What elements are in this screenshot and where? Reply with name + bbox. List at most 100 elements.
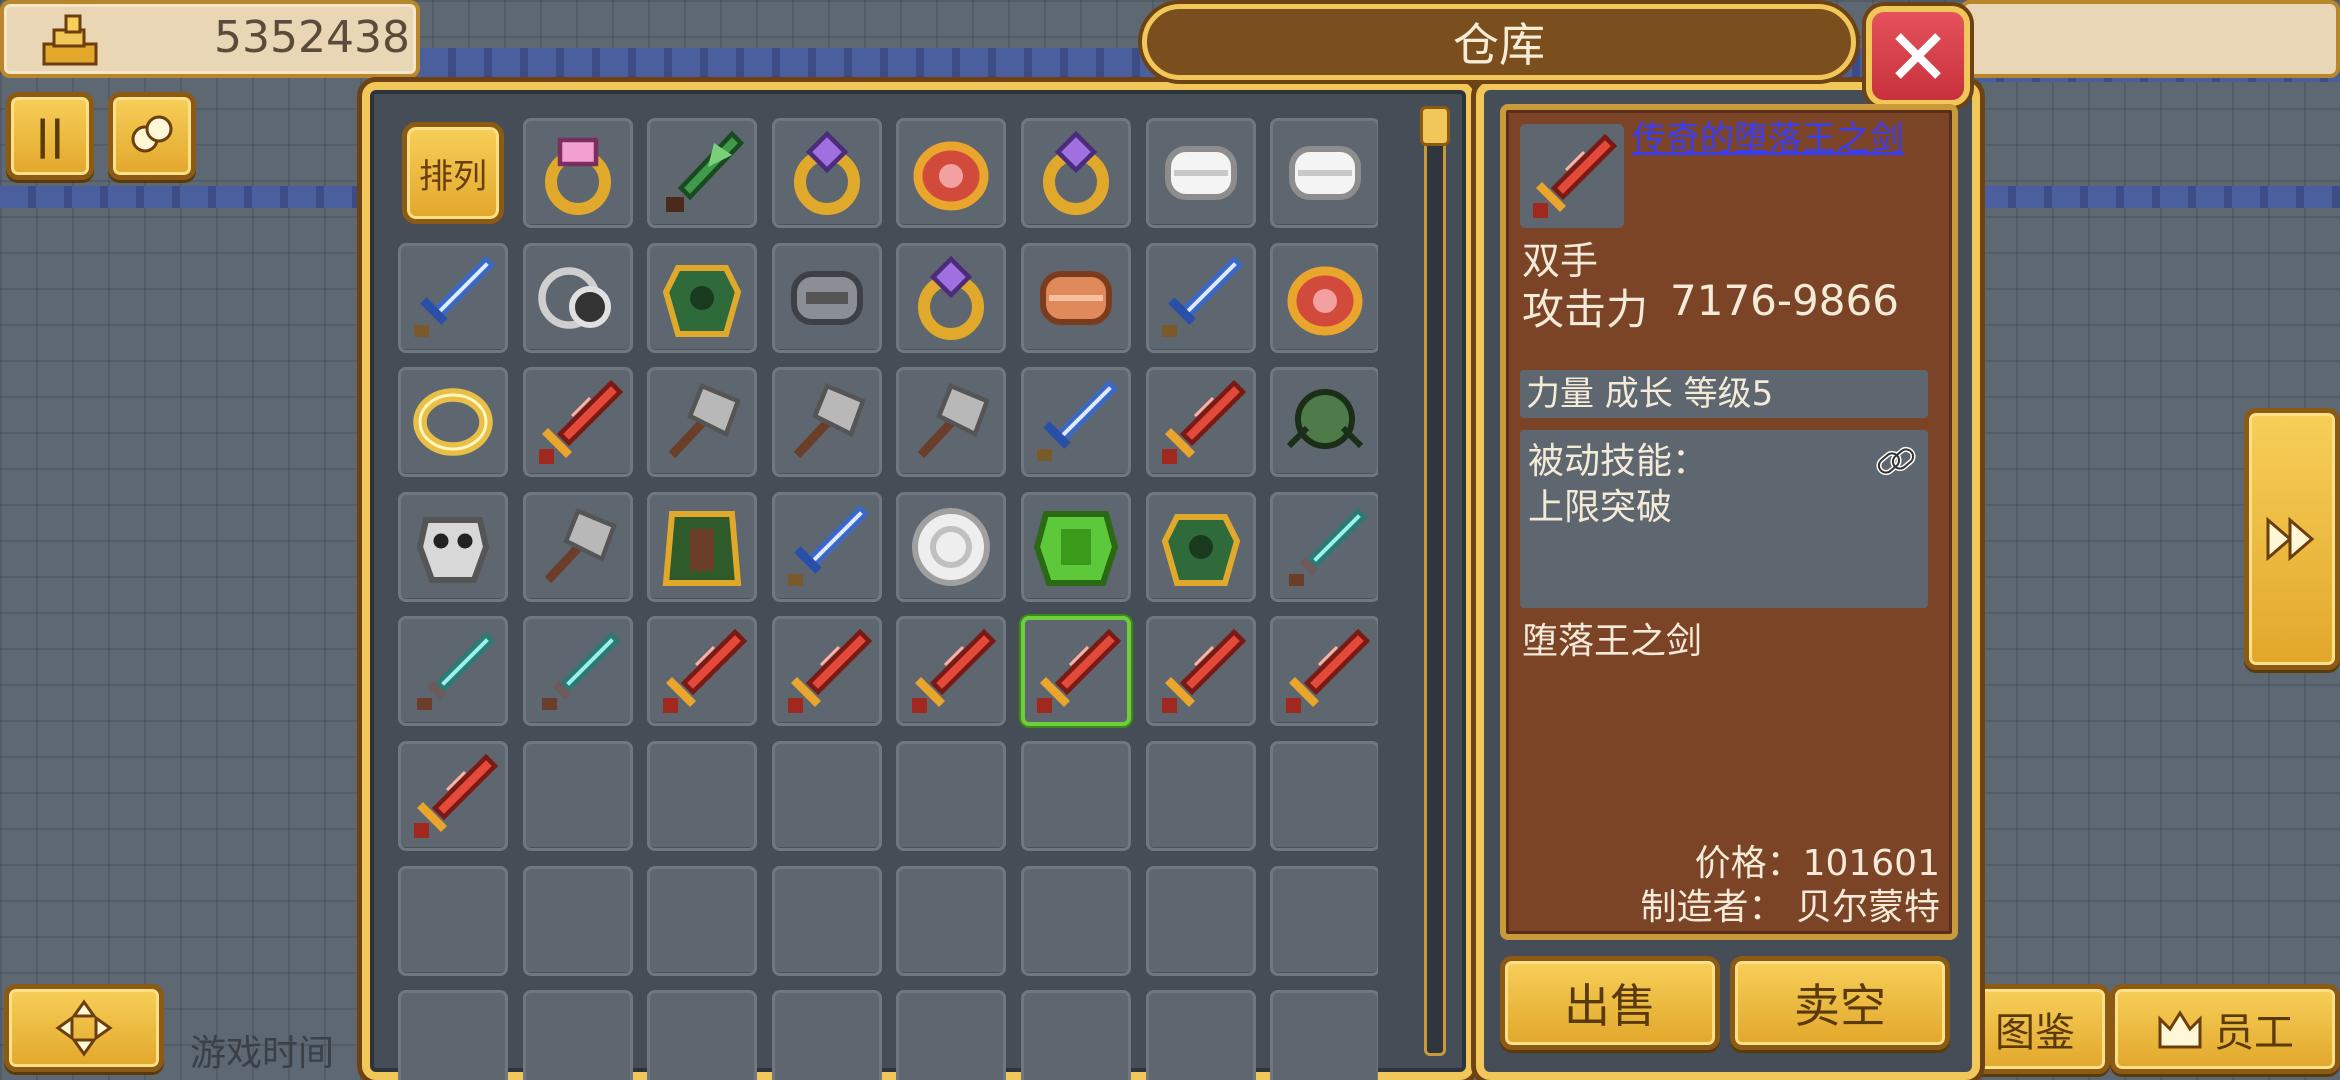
flame-greatsword-icon [538,380,623,465]
orb-icon [131,115,173,153]
inventory-slot[interactable] [1270,491,1378,602]
inventory-slot-empty[interactable] [896,865,1007,976]
inventory-slot[interactable] [647,242,758,353]
sell-all-button[interactable]: 卖空 [1730,956,1950,1050]
green-leaf-dagger-icon [666,130,745,212]
pause-button[interactable]: || [6,92,94,180]
inventory-slot-empty[interactable] [1270,865,1378,976]
inventory-slot[interactable] [522,118,633,228]
inventory-slot[interactable] [522,616,633,727]
inventory-slot-empty[interactable] [1270,740,1378,851]
inventory-slot-empty[interactable] [1145,990,1256,1080]
gold-stack-icon [42,14,98,66]
move-button[interactable] [4,984,164,1072]
inventory-slot-empty[interactable] [522,740,633,851]
war-hammer-icon [544,507,617,583]
inventory-slot[interactable] [647,367,758,478]
inventory-slot[interactable] [1020,118,1131,228]
war-hammer-icon [918,383,991,459]
inventory-slot[interactable] [1270,118,1378,228]
inventory-slot[interactable] [398,616,508,727]
inventory-slot[interactable] [522,367,633,478]
inventory-slot-empty[interactable] [522,990,633,1080]
next-page-button[interactable] [2244,408,2340,670]
inventory-slot-empty[interactable] [1270,990,1378,1080]
silver-shield-icon [912,507,991,586]
inventory-slot-empty[interactable] [398,865,508,976]
window-title: 仓库 [1142,4,1856,80]
inventory-slot-empty[interactable] [1020,865,1131,976]
inventory-slot[interactable] [1145,118,1256,228]
top-right-bar [1960,0,2340,78]
inventory-slot[interactable] [771,491,882,602]
teal-dagger-icon [1289,507,1368,586]
inventory-slot-empty[interactable] [398,990,508,1080]
inventory-slot[interactable] [522,491,633,602]
steel-sword-icon [1161,255,1243,337]
inventory-slot-empty[interactable] [1145,865,1256,976]
inventory-slot-empty[interactable] [771,740,882,851]
sell-button[interactable]: 出售 [1500,956,1720,1050]
purple-gem-ring-icon [793,130,860,215]
scrollbar[interactable] [1424,106,1446,1056]
inventory-slot-empty[interactable] [896,990,1007,1080]
inventory-slot-empty[interactable] [522,865,633,976]
inventory-slot[interactable] [647,118,758,228]
inventory-slot[interactable] [1020,367,1131,478]
inventory-slot[interactable] [771,367,882,478]
inventory-slot-empty[interactable] [771,865,882,976]
inventory-slot[interactable] [896,616,1007,727]
sort-button[interactable]: 排列 [402,122,504,224]
inventory-slot[interactable] [1020,242,1131,353]
flame-greatsword-icon [1036,629,1122,714]
inventory-slot[interactable] [896,118,1007,228]
inventory-slot[interactable] [1145,242,1256,353]
inventory-slot[interactable] [1270,367,1378,478]
inventory-slot[interactable] [1145,367,1256,478]
sort-slot[interactable]: 排列 [398,118,508,228]
inventory-slot[interactable] [1270,616,1378,727]
inventory-slot[interactable] [1020,616,1131,727]
inventory-slot-empty[interactable] [771,990,882,1080]
inventory-slot-empty[interactable] [1020,990,1131,1080]
item-maker: 制造者： 贝尔蒙特 [1640,887,1940,928]
inventory-slot-empty[interactable] [647,865,758,976]
inventory-slot[interactable] [1145,616,1256,727]
inventory-slot-empty[interactable] [1020,740,1131,851]
inventory-slot-empty[interactable] [896,740,1007,851]
inventory-slot[interactable] [771,616,882,727]
inventory-slot[interactable] [398,491,508,602]
inventory-slot[interactable] [1145,491,1256,602]
double-chevron-right-icon [2266,516,2315,562]
staff-button[interactable]: 员工 [2110,984,2340,1074]
inventory-slot[interactable] [771,118,882,228]
inventory-slot[interactable] [896,367,1007,478]
inventory-slot-empty[interactable] [647,990,758,1080]
inventory-slot[interactable] [398,367,508,478]
item-name[interactable]: 传奇的堕落王之剑 [1632,120,1942,204]
inventory-slot[interactable] [1020,491,1131,602]
inventory-slot[interactable] [1270,242,1378,353]
link-icon[interactable] [1872,438,1920,486]
inventory-slot[interactable] [647,491,758,602]
inventory-slot-empty[interactable] [647,740,758,851]
attack-label: 攻击力 [1522,285,1649,334]
white-bracer-icon [1164,146,1237,200]
orb-button[interactable] [108,92,196,180]
inventory-slot[interactable] [398,740,508,851]
inventory-slot[interactable] [522,242,633,353]
inventory-slot-empty[interactable] [1145,740,1256,851]
flame-greatsword-icon [414,753,499,838]
crown-icon [2158,1010,2202,1049]
skull-armor-icon [416,516,490,583]
inventory-slot[interactable] [398,242,508,353]
inventory-slot[interactable] [771,242,882,353]
inventory-slot[interactable] [647,616,758,727]
silver-chain-ring-icon [537,266,611,329]
close-button[interactable] [1866,6,1970,106]
green-spider-helm-icon [1287,389,1364,450]
inventory-slot[interactable] [896,242,1007,353]
atlas-button[interactable]: 图鉴 [1960,984,2110,1074]
inventory-slot[interactable] [896,491,1007,602]
scrollbar-thumb[interactable] [1420,106,1450,146]
